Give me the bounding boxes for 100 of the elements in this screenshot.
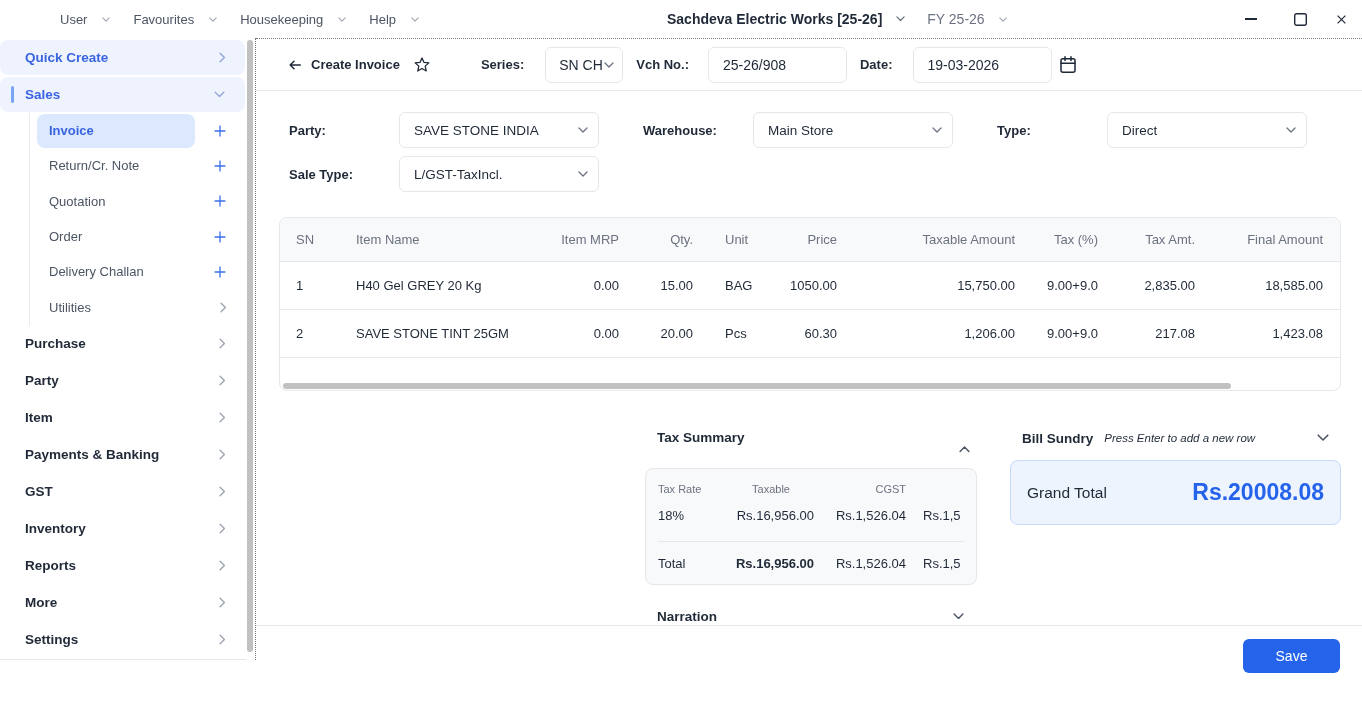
chevron-up-icon[interactable] <box>959 446 970 453</box>
sidebar-subitem[interactable]: Order <box>37 219 195 254</box>
table-cell: 2 <box>296 326 304 341</box>
table-cell: 0.00 <box>593 278 619 293</box>
column-header: SN <box>296 232 315 247</box>
column-header: Taxable <box>752 483 790 495</box>
sidebar-item[interactable]: Sales <box>0 77 245 112</box>
calendar-icon[interactable] <box>1059 56 1076 73</box>
menu-item[interactable]: Favourites <box>133 11 218 27</box>
table-cell: 20.00 <box>660 326 693 341</box>
table-cell: 18% <box>658 507 685 523</box>
company-selector[interactable]: Sachdeva Electric Works [25-26] <box>667 11 906 27</box>
sidebar-item[interactable]: Payments & Banking <box>0 436 245 472</box>
table-cell: 1,206.00 <box>964 326 1015 341</box>
chevron-down-icon <box>411 16 420 22</box>
dropdown-field[interactable]: SAVE STONE INDIA <box>399 112 599 148</box>
sidebar-item[interactable]: Party <box>0 362 245 398</box>
voucher-number-field[interactable]: 25-26/908 <box>708 46 847 83</box>
table-cell: 15.00 <box>660 278 693 293</box>
dropdown-field[interactable]: Main Store <box>753 112 953 148</box>
sidebar-subitem[interactable]: Utilities <box>37 290 195 325</box>
column-header: Item Name <box>356 232 420 247</box>
sidebar-subitem[interactable]: Invoice <box>37 113 195 148</box>
menu-item[interactable]: Housekeeping <box>240 11 347 27</box>
plus-icon[interactable] <box>214 124 226 137</box>
field-label: Warehouse: <box>643 122 717 138</box>
field-label: Sale Type: <box>289 166 354 182</box>
field-label: Series: <box>480 57 525 72</box>
table-cell: 1050.00 <box>790 278 837 293</box>
sidebar-item[interactable]: Purchase <box>0 325 245 361</box>
maximize-icon[interactable] <box>1294 12 1307 26</box>
grand-total-label: Grand Total <box>1027 483 1107 502</box>
chevron-down-icon[interactable] <box>953 612 964 620</box>
chevron-down-icon <box>338 16 347 22</box>
field-label: Party: <box>289 122 326 138</box>
field-label: Type: <box>997 122 1031 138</box>
section-title: Narration <box>657 608 717 624</box>
column-header: Qty. <box>670 232 693 247</box>
chevron-down-icon <box>578 127 588 133</box>
year-selector[interactable]: FY 25-26 <box>927 11 1007 27</box>
plus-icon[interactable] <box>214 230 226 243</box>
column-header: Tax Amt. <box>1145 232 1195 247</box>
chevron-down-icon[interactable] <box>1317 434 1329 442</box>
table-cell: 1 <box>296 278 304 293</box>
table-cell: 18,585.00 <box>1265 278 1323 293</box>
table-cell: Rs.1,5 <box>923 507 961 523</box>
menu-item[interactable]: User <box>60 11 111 27</box>
table-cell: 9.00+9.0 <box>1047 278 1098 293</box>
dropdown-field[interactable]: Direct <box>1107 112 1307 148</box>
sidebar-item[interactable]: GST <box>0 473 245 509</box>
chevron-down-icon <box>998 16 1007 22</box>
column-header: Item MRP <box>561 232 619 247</box>
chevron-down-icon <box>932 127 942 133</box>
table-cell: Rs.16,956.00 <box>736 507 814 523</box>
chevron-down-icon <box>209 16 218 22</box>
sidebar-subitem[interactable]: Return/Cr. Note <box>37 148 195 183</box>
plus-icon[interactable] <box>214 195 226 208</box>
column-header: CGST <box>875 483 906 495</box>
save-button[interactable]: Save <box>1243 639 1340 673</box>
table-cell: Rs.16,956.00 <box>735 555 814 571</box>
plus-icon[interactable] <box>214 265 226 278</box>
column-header: Taxable Amount <box>922 232 1015 247</box>
column-header: Tax Rate <box>658 483 702 495</box>
date-field[interactable]: 19-03-2026 <box>912 46 1052 83</box>
grand-total-value: Rs.20008.08 <box>1192 479 1324 506</box>
sidebar-item[interactable]: Settings <box>0 621 245 657</box>
chevron-down-icon <box>1286 127 1296 133</box>
table-cell: Total <box>658 555 686 571</box>
table-cell: 2,835.00 <box>1144 278 1195 293</box>
table-cell: H40 Gel GREY 20 Kg <box>356 278 482 293</box>
chevron-right-icon[interactable] <box>219 301 226 313</box>
sidebar-item[interactable]: Reports <box>0 547 245 583</box>
table-cell: 15,750.00 <box>957 278 1015 293</box>
dropdown-field[interactable]: SN CH <box>545 46 624 83</box>
sidebar-subitem[interactable]: Quotation <box>37 184 195 219</box>
section-title: Tax Summary <box>657 429 745 447</box>
scrollbar-thumb[interactable] <box>283 383 1231 389</box>
sidebar-subitem[interactable]: Delivery Challan <box>37 254 195 289</box>
table-cell: 60.30 <box>804 326 837 341</box>
star-icon[interactable] <box>413 57 430 72</box>
dropdown-field[interactable]: L/GST-TaxIncl. <box>399 156 599 192</box>
table-cell: 1,423.08 <box>1272 326 1323 341</box>
hint-text: Press Enter to add a new row <box>1104 432 1256 444</box>
table-cell: 217.08 <box>1155 326 1195 341</box>
close-icon[interactable] <box>1337 14 1346 24</box>
menu-item[interactable]: Help <box>369 11 420 27</box>
sidebar-item[interactable]: More <box>0 584 245 620</box>
plus-icon[interactable] <box>214 159 226 172</box>
section-title: Bill Sundry <box>1022 430 1094 446</box>
page-title: Create Invoice <box>311 57 400 72</box>
back-arrow-icon[interactable] <box>289 59 301 70</box>
sidebar-item[interactable]: Item <box>0 399 245 435</box>
chevron-down-icon <box>578 171 588 177</box>
sidebar-item[interactable]: Inventory <box>0 510 245 546</box>
table-cell: Rs.1,526.04 <box>835 507 906 523</box>
column-header: Final Amount <box>1247 232 1323 247</box>
column-header: Tax (%) <box>1053 232 1098 247</box>
scrollbar-thumb[interactable] <box>247 40 253 652</box>
sidebar-item[interactable]: Quick Create <box>0 40 245 75</box>
table-cell: 9.00+9.0 <box>1047 326 1098 341</box>
